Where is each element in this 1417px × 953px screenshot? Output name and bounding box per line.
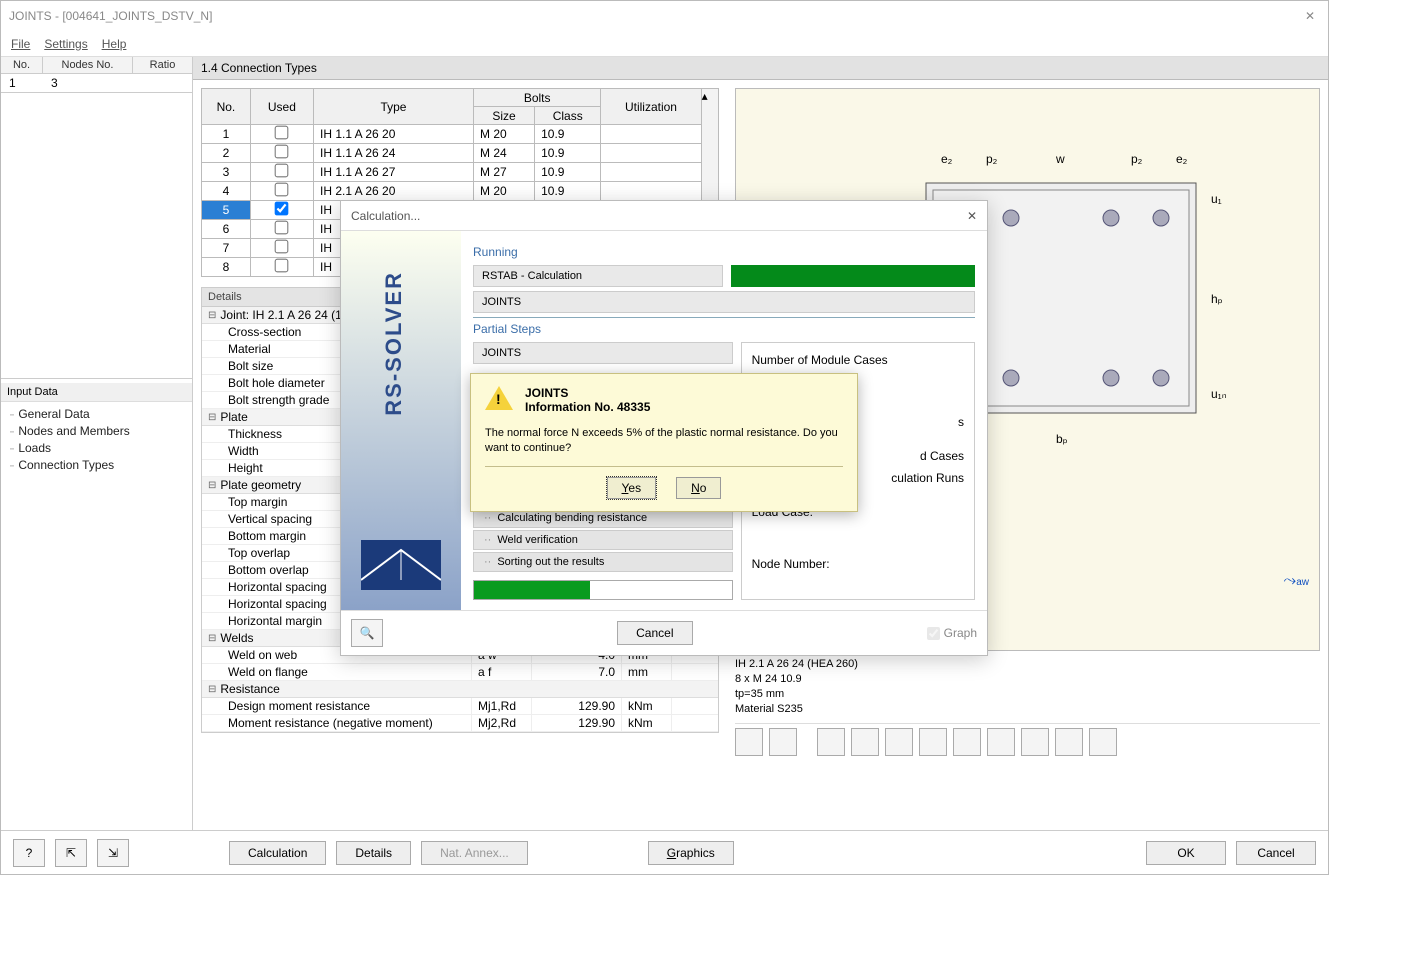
msg-body: The normal force N exceeds 5% of the pla… (485, 426, 843, 467)
case-list: No. Nodes No. Ratio 1 3 (1, 57, 192, 93)
used-checkbox[interactable] (275, 145, 289, 159)
table-row[interactable]: 1IH 1.1 A 26 20M 2010.9 (202, 125, 702, 144)
case-row[interactable]: 1 3 (1, 74, 192, 92)
help-button[interactable]: ? (13, 839, 45, 867)
window-titlebar: JOINTS - [004641_JOINTS_DSTV_N] ✕ (1, 1, 1328, 31)
calc-cancel-button[interactable]: Cancel (617, 621, 692, 645)
menu-help[interactable]: Help (102, 37, 127, 51)
details-button[interactable]: Details (336, 841, 411, 865)
partial-joints-head: JOINTS (473, 342, 733, 364)
svg-text:e₂: e₂ (941, 152, 953, 166)
view-ym-button[interactable] (919, 728, 947, 756)
group-resistance[interactable]: Resistance (202, 681, 718, 698)
view-iso-button[interactable] (1021, 728, 1049, 756)
view-zp-button[interactable] (953, 728, 981, 756)
svg-text:p₂: p₂ (1131, 152, 1143, 166)
run-joints-label: JOINTS (473, 291, 975, 313)
nat-annex-button: Nat. Annex... (421, 841, 528, 865)
view-a-button[interactable] (769, 728, 797, 756)
tree-input-data[interactable]: Input Data (1, 383, 192, 402)
used-checkbox[interactable] (275, 259, 289, 273)
graph-checkbox: Graph (927, 626, 977, 640)
tree-connection-types[interactable]: Connection Types (9, 457, 192, 474)
run-rstab-label: RSTAB - Calculation (473, 265, 723, 287)
yes-button[interactable]: Yes (607, 477, 657, 499)
diagram-notes: IH 2.1 A 26 24 (HEA 260) 8 x M 24 10.9 t… (735, 651, 1320, 723)
graphics-button[interactable]: Graphics (648, 841, 734, 865)
msg-subtitle: Information No. 48335 (525, 400, 650, 414)
calculation-button[interactable]: Calculation (229, 841, 326, 865)
table-row[interactable]: 4IH 2.1 A 26 20M 2010.9 (202, 182, 702, 201)
zoom-button[interactable] (1055, 728, 1083, 756)
svg-text:w: w (1055, 152, 1065, 166)
tree-nodes-members[interactable]: Nodes and Members (9, 423, 192, 440)
menu-file[interactable]: File (11, 37, 30, 51)
svg-text:hₚ: hₚ (1211, 292, 1223, 306)
used-checkbox[interactable] (275, 221, 289, 235)
partial-progress (473, 580, 733, 600)
col-no[interactable]: No. (1, 57, 43, 74)
close-icon[interactable]: ✕ (967, 209, 977, 223)
step-weld: Weld verification (473, 530, 733, 550)
svg-text:u₁: u₁ (1211, 192, 1222, 206)
main-heading: 1.4 Connection Types (193, 57, 1328, 80)
used-checkbox[interactable] (275, 202, 289, 216)
used-checkbox[interactable] (275, 164, 289, 178)
view-x-button[interactable] (735, 728, 763, 756)
view-toolbar (735, 723, 1320, 760)
table-row[interactable]: 2IH 1.1 A 26 24M 2410.9 (202, 144, 702, 163)
view-zm-button[interactable] (987, 728, 1015, 756)
msg-title: JOINTS (525, 386, 650, 400)
tree-loads[interactable]: Loads (9, 440, 192, 457)
ok-button[interactable]: OK (1146, 841, 1226, 865)
calc-dialog-title: Calculation... (351, 209, 420, 223)
svg-text:e₂: e₂ (1176, 152, 1188, 166)
svg-text:bₚ: bₚ (1056, 432, 1068, 446)
print-button[interactable] (1089, 728, 1117, 756)
window-title: JOINTS - [004641_JOINTS_DSTV_N] (9, 9, 212, 23)
rstab-progress (731, 265, 975, 287)
export-button[interactable]: ⇲ (97, 839, 129, 867)
table-row[interactable]: 3IH 1.1 A 26 27M 2710.9 (202, 163, 702, 182)
tree-general-data[interactable]: General Data (9, 406, 192, 423)
used-checkbox[interactable] (275, 183, 289, 197)
warning-icon (485, 386, 513, 414)
view-yp-button[interactable] (885, 728, 913, 756)
no-button[interactable]: No (676, 477, 721, 499)
step-sorting: Sorting out the results (473, 552, 733, 572)
used-checkbox[interactable] (275, 240, 289, 254)
solver-sidebar: RS-SOLVER (341, 231, 461, 610)
menu-settings[interactable]: Settings (44, 37, 87, 51)
menu-bar: File Settings Help (1, 31, 1328, 57)
used-checkbox[interactable] (275, 126, 289, 140)
close-icon[interactable]: ✕ (1300, 9, 1320, 23)
view-xm-button[interactable] (851, 728, 879, 756)
col-nodes[interactable]: Nodes No. (43, 57, 133, 74)
col-ratio[interactable]: Ratio (133, 57, 192, 74)
partial-steps-section: Partial Steps (473, 317, 975, 336)
running-section: Running (473, 245, 975, 259)
warning-dialog: JOINTS Information No. 48335 The normal … (470, 373, 858, 512)
cancel-button[interactable]: Cancel (1236, 841, 1316, 865)
search-button[interactable]: 🔍 (351, 619, 383, 647)
import-button[interactable]: ⇱ (55, 839, 87, 867)
svg-text:p₂: p₂ (986, 152, 998, 166)
view-xp-button[interactable] (817, 728, 845, 756)
svg-text:u₁ₙ: u₁ₙ (1211, 387, 1227, 401)
